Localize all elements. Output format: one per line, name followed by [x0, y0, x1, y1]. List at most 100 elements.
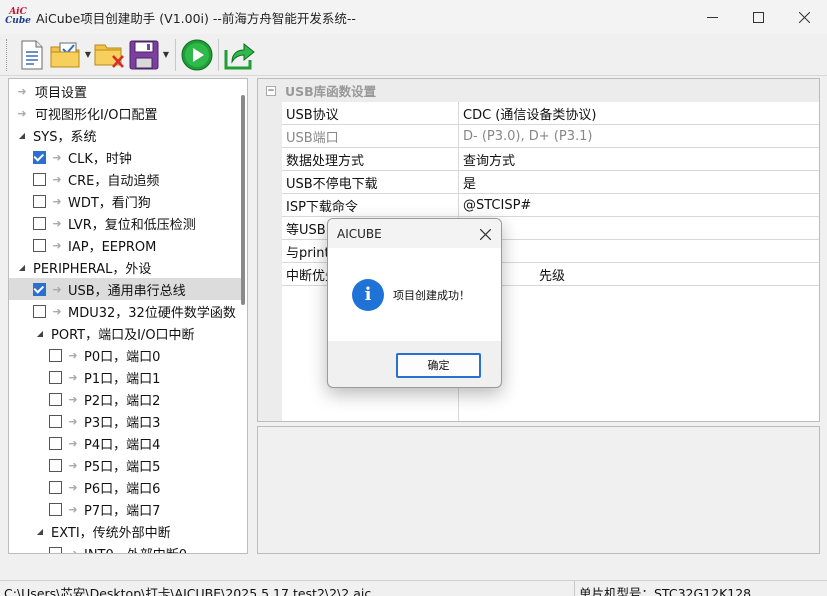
- property-value[interactable]: D- (P3.0), D+ (P3.1): [459, 125, 819, 148]
- maximize-button[interactable]: [735, 0, 781, 34]
- save-project-dropdown[interactable]: ▼: [161, 37, 171, 73]
- tree-item[interactable]: ➜ P5口，端口5: [9, 454, 241, 476]
- tree-item[interactable]: ➜ CLK，时钟: [9, 146, 241, 168]
- tree-item[interactable]: ➜ P4口，端口4: [9, 432, 241, 454]
- tree-item-label: P1口，端口1: [84, 371, 161, 387]
- tree-item[interactable]: ➜ CRE，自动追频: [9, 168, 241, 190]
- dialog-body: i 项目创建成功！: [328, 248, 501, 341]
- item-arrow-icon: ➜: [68, 480, 78, 494]
- tree-item-checkbox[interactable]: [49, 370, 62, 384]
- property-value[interactable]: [459, 217, 819, 240]
- tree-item[interactable]: ➜ IAP，EEPROM: [9, 234, 241, 256]
- item-arrow-icon: ➜: [52, 238, 62, 252]
- tree-item-label: 项目设置: [35, 85, 88, 101]
- tree-item-label: P5口，端口5: [84, 459, 161, 475]
- tree-item[interactable]: ➜ P0口，端口0: [9, 344, 241, 366]
- tree-item[interactable]: ➜ LVR，复位和低压检测: [9, 212, 241, 234]
- tree-item-checkbox[interactable]: [49, 348, 62, 362]
- property-category[interactable]: − USB库函数设置: [258, 79, 819, 102]
- tree-item[interactable]: ➜ P1口，端口1: [9, 366, 241, 388]
- tree-item-checkbox[interactable]: [49, 502, 62, 516]
- property-value[interactable]: 先级: [459, 263, 819, 286]
- maximize-icon: [752, 11, 764, 23]
- tree-item[interactable]: ➜ P3口，端口3: [9, 410, 241, 432]
- export-icon: [224, 42, 255, 69]
- close-button[interactable]: [781, 0, 827, 34]
- tree-item-checkbox[interactable]: [33, 172, 46, 186]
- property-row[interactable]: 数据处理方式 查询方式: [258, 148, 819, 171]
- tree-item-checkbox[interactable]: [49, 546, 62, 553]
- new-project-button[interactable]: [15, 37, 49, 73]
- tree-item[interactable]: ➜ USB，通用串行总线: [9, 278, 241, 300]
- tree-item[interactable]: ➜ P2口，端口2: [9, 388, 241, 410]
- property-row[interactable]: USB不停电下载是: [258, 171, 819, 194]
- new-project-icon: [21, 40, 43, 69]
- tree-item-label: EXTI，传统外部中断: [51, 525, 171, 541]
- minimize-button[interactable]: [689, 0, 735, 34]
- toolbar-grip[interactable]: [6, 38, 9, 71]
- tree-item-checkbox[interactable]: [33, 150, 46, 164]
- open-project-button[interactable]: [49, 37, 83, 73]
- property-value[interactable]: 查询方式: [459, 148, 819, 171]
- tree-item[interactable]: ➜ WDT，看门狗: [9, 190, 241, 212]
- status-project-path: C:\Users\芯安\Desktop\打卡\AICUBE\2025.5.17 …: [4, 586, 372, 596]
- tree-item[interactable]: ➜ INT0，外部中断0: [9, 542, 241, 553]
- description-panel: [257, 426, 820, 554]
- tree-item-checkbox[interactable]: [49, 458, 62, 472]
- tree-item-checkbox[interactable]: [49, 392, 62, 406]
- module-tree[interactable]: ➜ 项目设置 ➜ 可视图形化I/O口配置 ◢ SYS，系统 ➜ CLK，时钟 ➜ CRE，自动追频…: [8, 78, 248, 554]
- tree-item-checkbox[interactable]: [33, 304, 46, 318]
- property-value[interactable]: [459, 240, 819, 263]
- item-arrow-icon: ➜: [68, 370, 78, 384]
- tree-item-label: CRE，自动追频: [68, 173, 160, 189]
- tree-item[interactable]: ➜ P6口，端口6: [9, 476, 241, 498]
- tree-item-checkbox[interactable]: [33, 216, 46, 230]
- close-icon: [798, 11, 810, 23]
- tree-item-label: 可视图形化I/O口配置: [35, 107, 158, 123]
- open-project-dropdown[interactable]: ▼: [83, 37, 93, 73]
- tree-item[interactable]: ◢ PERIPHERAL，外设: [9, 256, 241, 278]
- tree-item-checkbox[interactable]: [33, 282, 46, 296]
- property-gutter: [258, 194, 282, 217]
- item-arrow-icon: ➜: [68, 458, 78, 472]
- run-icon: [181, 39, 213, 70]
- dialog-close-button[interactable]: [475, 224, 495, 244]
- expand-arrow-icon[interactable]: ◢: [33, 329, 47, 338]
- export-button[interactable]: [223, 37, 257, 73]
- tree-scrollbar-thumb[interactable]: [241, 95, 245, 305]
- dialog-title: AICUBE: [337, 226, 382, 241]
- tree-item-checkbox[interactable]: [33, 194, 46, 208]
- property-row[interactable]: USB协议 CDC (通信设备类协议): [258, 102, 819, 125]
- item-arrow-icon: ➜: [52, 282, 62, 296]
- tree-item[interactable]: ➜ 可视图形化I/O口配置: [9, 102, 241, 124]
- property-row[interactable]: ISP下载命令 @STCISP#: [258, 194, 819, 217]
- tree-item[interactable]: ◢ PORT，端口及I/O口中断: [9, 322, 241, 344]
- tree-item[interactable]: ◢ EXTI，传统外部中断: [9, 520, 241, 542]
- dialog-footer: 确定: [328, 341, 501, 387]
- tree-item-checkbox[interactable]: [49, 436, 62, 450]
- expand-arrow-icon[interactable]: ◢: [33, 527, 47, 536]
- property-value[interactable]: CDC (通信设备类协议): [459, 102, 819, 125]
- tree-item-checkbox[interactable]: [49, 414, 62, 428]
- toolbar: ▼ ▼: [0, 34, 827, 76]
- close-project-button[interactable]: [93, 37, 127, 73]
- tree-item[interactable]: ➜ 项目设置: [9, 80, 241, 102]
- property-name: USB不停电下载: [282, 171, 459, 194]
- property-value[interactable]: 是: [459, 171, 819, 194]
- tree-item[interactable]: ➜ P7口，端口7: [9, 498, 241, 520]
- tree-item-checkbox[interactable]: [49, 480, 62, 494]
- collapse-icon[interactable]: −: [266, 85, 276, 96]
- property-gutter: [258, 102, 282, 125]
- tree-item-label: USB，通用串行总线: [68, 283, 186, 299]
- save-project-button[interactable]: [127, 37, 161, 73]
- status-bar: C:\Users\芯安\Desktop\打卡\AICUBE\2025.5.17 …: [0, 580, 827, 596]
- expand-arrow-icon[interactable]: ◢: [15, 263, 29, 272]
- tree-item[interactable]: ➜ MDU32，32位硬件数学函数: [9, 300, 241, 322]
- property-row[interactable]: USB端口 D- (P3.0), D+ (P3.1): [258, 125, 819, 148]
- tree-item[interactable]: ◢ SYS，系统: [9, 124, 241, 146]
- property-value[interactable]: @STCISP#: [459, 194, 819, 217]
- ok-button[interactable]: 确定: [396, 352, 481, 378]
- run-button[interactable]: [180, 37, 214, 73]
- tree-item-checkbox[interactable]: [33, 238, 46, 252]
- expand-arrow-icon[interactable]: ◢: [15, 131, 29, 140]
